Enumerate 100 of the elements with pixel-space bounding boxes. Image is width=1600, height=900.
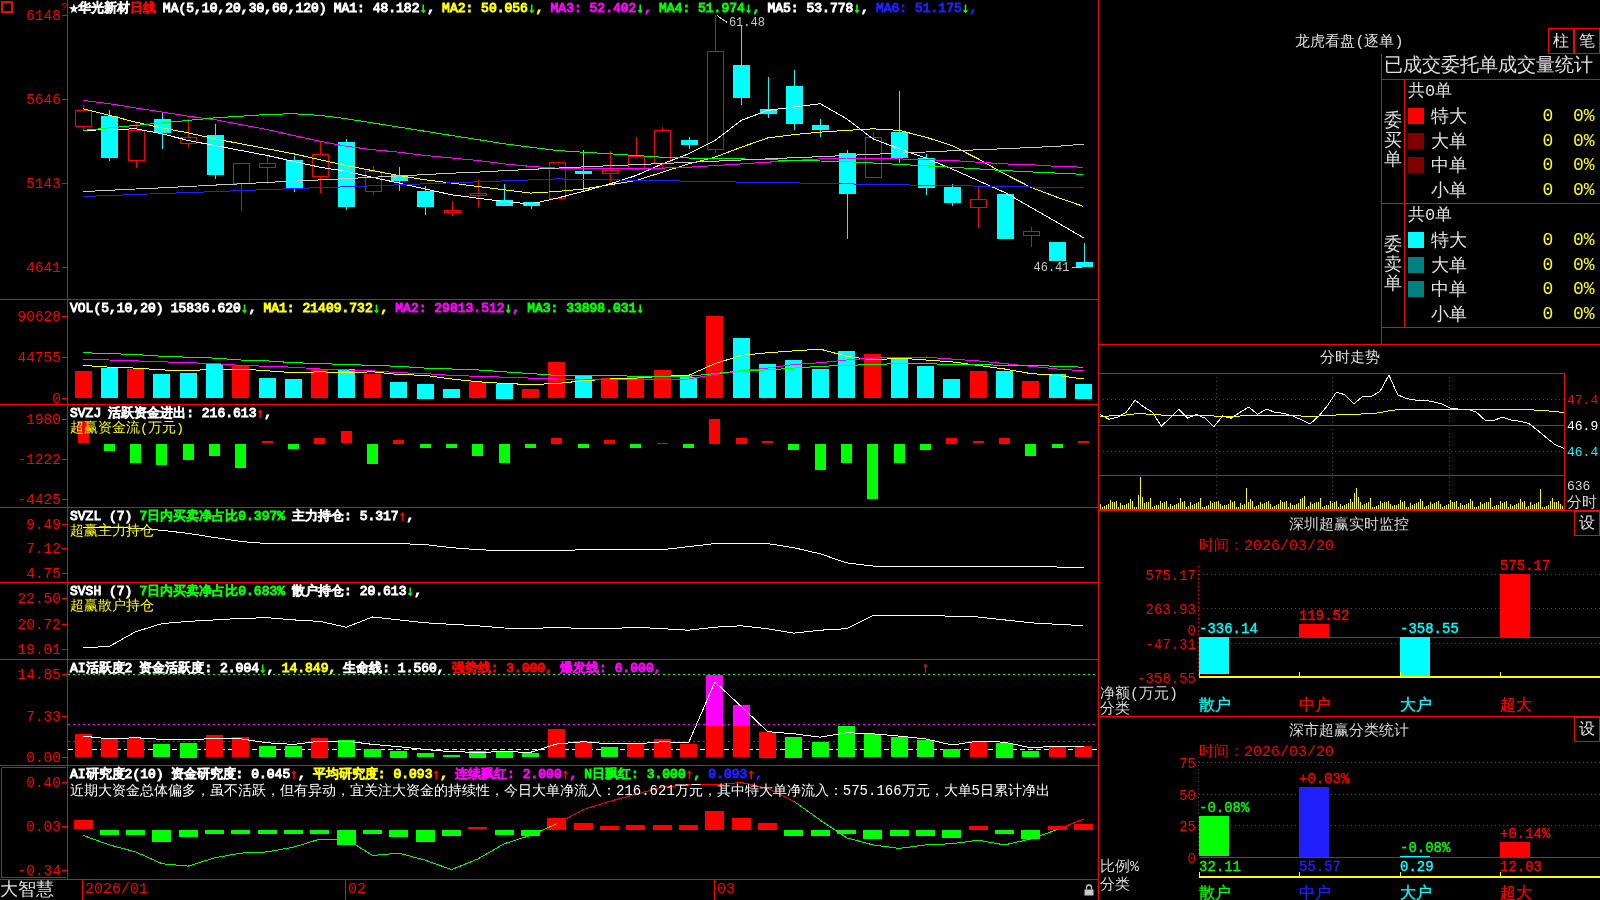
legend-text: 散户持仓: 20.613↓,: [292, 584, 423, 599]
axis-label: 22.50: [17, 590, 61, 607]
order-size-label: 小单: [1431, 303, 1468, 326]
legend-text: MA1: 48.182↓,: [333, 1, 436, 16]
order-size-label: 中单: [1431, 155, 1468, 178]
order-share: 0%: [1572, 106, 1596, 127]
legend-text: N日飘红: 3.000↑,: [584, 767, 702, 782]
category-label: 中户: [1299, 697, 1331, 715]
order-count: 0: [1541, 106, 1555, 127]
bar-value: -336.14: [1199, 621, 1258, 637]
side-label: 委卖单: [1384, 235, 1402, 296]
panel-title: 分时走势: [1318, 348, 1381, 369]
help-mark[interactable]: ?: [61, 1, 68, 13]
order-total: 共0单: [1407, 205, 1454, 227]
axis-label: 1980: [26, 412, 61, 429]
indicator-caption: 超赢散户持仓: [70, 599, 154, 614]
axis-label: -4425: [17, 492, 61, 507]
legend-text: SVZL (7): [70, 509, 133, 524]
order-share: 0%: [1572, 230, 1596, 251]
order-count: 0: [1541, 130, 1555, 151]
legend-text: 活跃资金进出: 216.613↑,: [108, 406, 273, 421]
view-mode-button[interactable]: 柱: [1548, 28, 1574, 54]
order-count: 0: [1541, 279, 1555, 300]
order-share: 0%: [1572, 179, 1596, 200]
legend-text: AI研究度2(10): [70, 767, 164, 782]
axis-label: 4.75: [26, 565, 61, 582]
brand-name: 大智慧: [0, 880, 55, 900]
axis-caption: 分时: [1567, 495, 1597, 510]
axis-label: -358.55: [1137, 670, 1196, 687]
reference-label: 0: [1187, 622, 1196, 639]
order-size-label: 中单: [1431, 279, 1468, 302]
bar-value: 575.17: [1500, 558, 1551, 574]
signal-mark: ↑: [921, 660, 930, 676]
category-label: 中户: [1299, 885, 1331, 900]
order-count: 0: [1541, 155, 1555, 176]
bar-value: -358.55: [1400, 621, 1459, 637]
axis-label: 0: [1187, 850, 1196, 867]
axis-label: 0.40: [26, 775, 61, 792]
axis-label: 9.49: [26, 517, 61, 534]
order-share: 0%: [1572, 279, 1596, 300]
order-share: 0%: [1572, 254, 1596, 275]
axis-label: 636: [1567, 479, 1591, 494]
axis-label: 19.01: [17, 642, 61, 659]
order-size-label: 特大: [1431, 230, 1468, 253]
axis-label: 75: [1179, 755, 1196, 772]
chart-title: 深圳超赢实时监控: [1289, 517, 1409, 534]
axis-label: 20.72: [17, 617, 61, 633]
legend-text: MA3: 52.402↓,: [550, 1, 652, 16]
axis-label: 575.17: [1145, 567, 1196, 584]
settings-button[interactable]: 设: [1574, 717, 1600, 742]
order-size-label: 大单: [1431, 130, 1468, 153]
legend-text: 0.093↑,: [708, 767, 763, 782]
axis-label: 7.12: [26, 541, 61, 558]
order-count: 0: [1541, 230, 1555, 251]
view-mode-button[interactable]: 笔: [1574, 28, 1600, 54]
axis-label: 7.33: [26, 709, 61, 726]
legend-text: MA3: 33898.031↓: [527, 301, 645, 316]
axis-label: 4641: [26, 260, 61, 277]
legend-text: MA4: 51.974↓,: [659, 1, 761, 16]
legend-text: 14.849,: [281, 661, 337, 676]
change-label: +0.03%: [1299, 771, 1350, 787]
legend-text: MA5: 53.778↓,: [767, 1, 869, 16]
panel-title: 龙虎看盘(逐单): [1295, 32, 1404, 51]
legend-text: 7日内买卖净占比0.397%: [139, 509, 286, 524]
legend-text: 资金研究度: 0.045↑,: [170, 767, 306, 782]
axis-label: 5646: [26, 92, 61, 109]
axis-label: -0.34: [17, 862, 61, 879]
chart-title: 深市超赢分类统计: [1289, 723, 1409, 740]
axis-label: 47.4: [1567, 392, 1599, 408]
bar-value: 0.29: [1400, 859, 1434, 875]
legend-text: MA6: 51.175↓,: [875, 1, 978, 16]
axis-label: 25: [1179, 818, 1196, 835]
axis-title: 分类: [1100, 701, 1130, 716]
legend-text: 生命线: 1.560,: [343, 661, 445, 676]
settings-button[interactable]: 设: [1574, 511, 1600, 536]
category-label: 散户: [1199, 885, 1231, 900]
axis-label: 263.93: [1145, 601, 1196, 618]
order-size-label: 大单: [1431, 254, 1468, 277]
axis-label: 6148: [26, 8, 61, 25]
order-size-label: 特大: [1431, 106, 1468, 129]
order-share: 0%: [1572, 155, 1596, 176]
category-label: 大户: [1400, 697, 1432, 715]
category-label: 大户: [1400, 885, 1432, 900]
legend-text: 7日内买卖净占比0.683%: [139, 584, 286, 599]
change-label: -0.08%: [1400, 840, 1451, 856]
lock-icon[interactable]: [1084, 884, 1094, 896]
date-label: 2026/01: [82, 880, 148, 900]
legend-text: MA2: 29813.512↓,: [395, 301, 521, 316]
change-label: -0.08%: [1199, 800, 1250, 816]
bar-value: 119.52: [1299, 608, 1350, 624]
order-total: 共0单: [1407, 81, 1454, 103]
axis-label: 50: [1179, 787, 1196, 804]
category-label: 散户: [1199, 697, 1231, 715]
legend-text: 平均研究度: 0.093↑,: [312, 767, 449, 782]
category-label: 超大: [1500, 885, 1532, 900]
order-count: 0: [1541, 254, 1555, 275]
legend-text: 强势线: 3.000,: [451, 661, 554, 676]
axis-label: -1222: [17, 452, 61, 469]
legend-text: MA2: 50.056↓,: [442, 1, 544, 16]
order-size-label: 小单: [1431, 179, 1468, 202]
